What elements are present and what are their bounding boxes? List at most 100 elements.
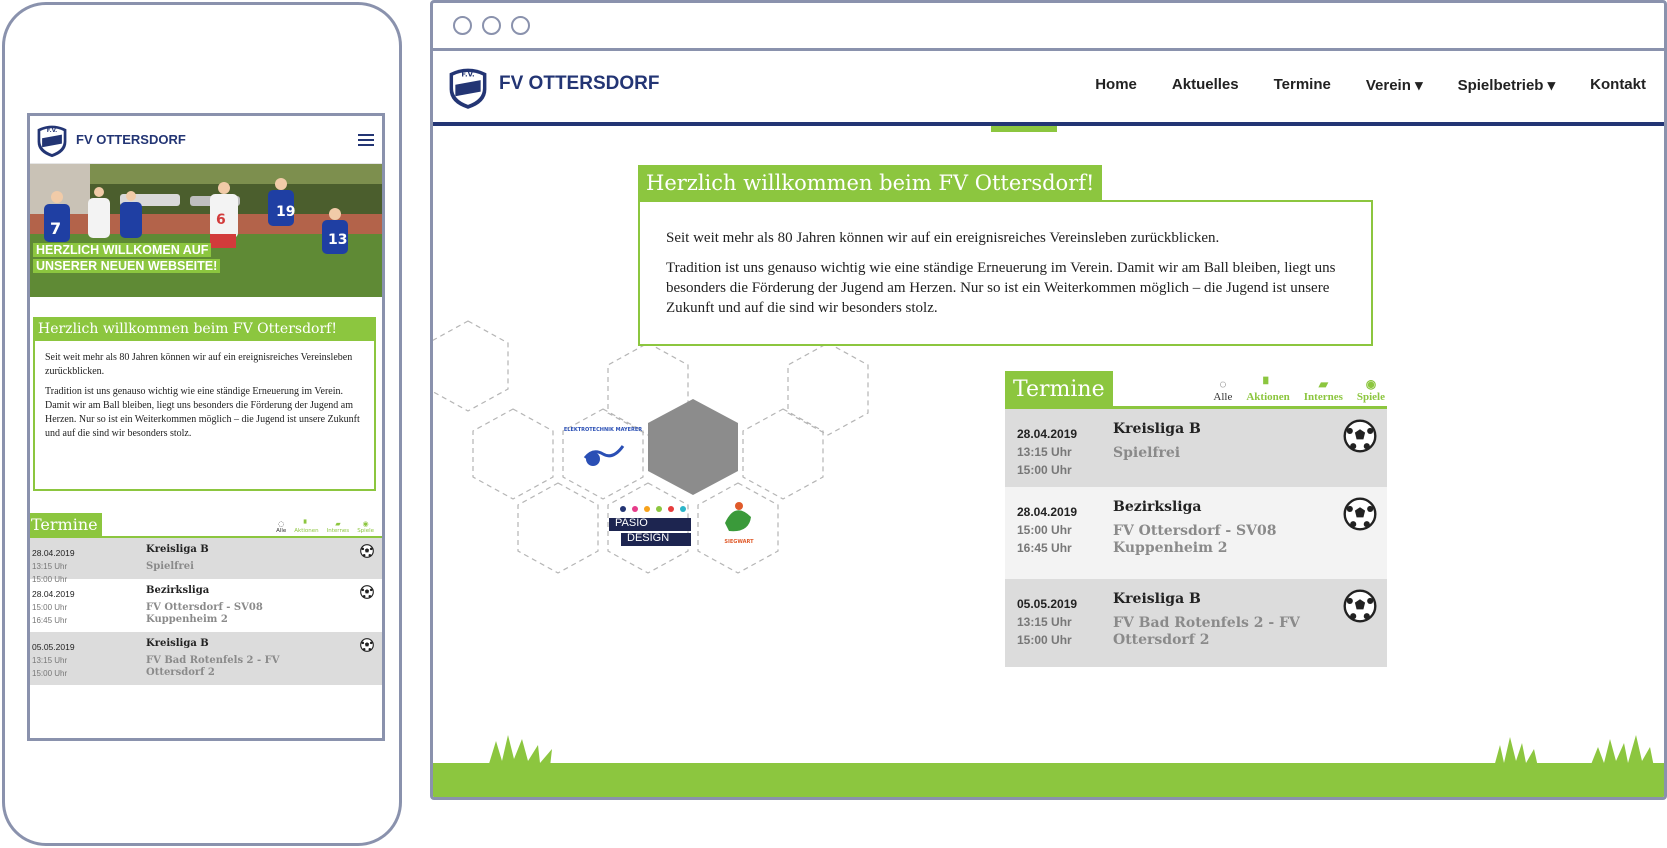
filter-bar: ◌ Alle ▘ Aktionen ▰ Internes ◉ Spiele [1113, 378, 1387, 406]
welcome-section: Herzlich willkommen beim FV Ottersdorf! … [638, 165, 1373, 346]
svg-text:13: 13 [328, 232, 347, 248]
event-league: Kreisliga B [146, 638, 209, 649]
termine-section: Termine ◌ Alle ▘ Aktionen ▰ Internes ◉ Spiel… [1005, 371, 1387, 667]
termine-title: Termine [1005, 371, 1113, 406]
nav-spielbetrieb[interactable]: Spielbetrieb ▾ [1458, 76, 1556, 94]
hamburger-menu-icon[interactable] [358, 133, 374, 146]
nav-aktuelles[interactable]: Aktuelles [1172, 76, 1239, 94]
hero-photo: 7 19 13 6 [30, 164, 382, 297]
jersey-icon: ▘ [303, 520, 310, 528]
mobile-termine-header: Termine ◌ Alle ▘ Aktionen ▰ Internes ◉ Spiel… [30, 513, 382, 538]
welcome-paragraph-2: Tradition ist uns genauso wichtig wie ei… [666, 260, 1336, 316]
event-date: 05.05.2019 13:15 Uhr 15:00 Uhr [32, 642, 75, 678]
mobile-event-row[interactable]: 28.04.2019 15:00 Uhr 16:45 Uhr Bezirksliga… [30, 579, 382, 632]
chat-icon: ▰ [1318, 377, 1328, 391]
soccer-ball-icon [1343, 497, 1377, 531]
event-match: FV Bad Rotenfels 2 - FV Ottersdorf 2 [1113, 615, 1300, 648]
welcome-text: Seit weit mehr als 80 Jahren können wir … [638, 200, 1373, 346]
window-close-button[interactable] [453, 16, 472, 35]
event-row[interactable]: 28.04.2019 13:15 Uhr 15:00 Uhr Kreisliga B… [1005, 409, 1387, 487]
jersey-icon: ▘ [1263, 377, 1273, 391]
hero-title: HERZLICH WILLKOMEN AUF UNSERER NEUEN WEB… [33, 242, 221, 274]
event-match: FV Ottersdorf - SV08 Kuppenheim 2 [1113, 523, 1277, 556]
hero-banner: 7 19 13 6 HERZLICH WILLKOMEN AUF UNSERER… [30, 164, 382, 297]
nav-kontakt[interactable]: Kontakt [1590, 76, 1646, 94]
filter-spiele[interactable]: ◉ Spiele [357, 520, 374, 534]
filter-alle[interactable]: ◌ Alle [276, 520, 286, 534]
soccer-ball-icon [1343, 589, 1377, 623]
nav-termine[interactable]: Termine [1274, 76, 1331, 94]
nav-home[interactable]: Home [1095, 76, 1137, 94]
sponsor-name-2: DESIGN [627, 532, 670, 544]
welcome-title: Herzlich willkommen beim FV Ottersdorf! [638, 165, 1103, 201]
soccer-ball-icon [360, 585, 374, 599]
mobile-welcome-text: Seit weit mehr als 80 Jahren können wir … [33, 341, 376, 491]
event-league: Bezirksliga [146, 585, 210, 596]
svg-text:F.V.: F.V. [47, 127, 57, 133]
event-league: Kreisliga B [1113, 421, 1201, 437]
event-league: Kreisliga B [146, 544, 209, 555]
spinner-icon: ◌ [278, 520, 285, 528]
filter-internes[interactable]: ▰ Internes [327, 520, 350, 534]
sponsor-name: PASIO [615, 517, 648, 529]
event-row[interactable]: 05.05.2019 13:15 Uhr 15:00 Uhr Kreisliga B… [1005, 579, 1387, 667]
svg-text:19: 19 [276, 204, 295, 220]
grass-ground [433, 763, 1664, 797]
filter-aktionen[interactable]: ▘ Aktionen [294, 520, 318, 534]
ball-icon: ◉ [362, 520, 369, 528]
soccer-ball-icon [360, 544, 374, 558]
event-row[interactable]: 28.04.2019 15:00 Uhr 16:45 Uhr Bezirksliga… [1005, 487, 1387, 579]
mobile-welcome-title: Herzlich willkommen beim FV Ottersdorf! [33, 317, 376, 341]
mobile-termine-section: Termine ◌ Alle ▘ Aktionen ▰ Internes ◉ Spiel… [30, 513, 382, 685]
event-date: 28.04.2019 15:00 Uhr 16:45 Uhr [32, 589, 75, 625]
spinner-icon: ◌ [1219, 377, 1227, 391]
sponsor-logo-electric[interactable]: ELEKTROTECHNIK MAYERER [564, 427, 642, 466]
filter-aktionen[interactable]: ▘ Aktionen [1246, 377, 1289, 404]
welcome-paragraph-1: Seit weit mehr als 80 Jahren können wir … [666, 230, 1220, 246]
svg-text:SIEGWART: SIEGWART [724, 539, 754, 545]
event-date: 28.04.2019 13:15 Uhr 15:00 Uhr [1017, 427, 1078, 477]
svg-text:6: 6 [216, 212, 226, 228]
event-league: Kreisliga B [1113, 591, 1201, 607]
nav-verein[interactable]: Verein ▾ [1366, 76, 1423, 94]
brand-name[interactable]: FV OTTERSDORF [76, 132, 358, 147]
sponsor-logo-siegwart[interactable]: SIEGWART [724, 502, 754, 545]
chevron-down-icon: ▾ [1415, 77, 1423, 94]
brand-name[interactable]: FV OTTERSDORF [499, 73, 659, 95]
welcome-paragraph-1: Seit weit mehr als 80 Jahren können wir … [45, 352, 353, 377]
phone-mockup: F.V. FV OTTERSDORF 7 19 13 6 HERZLICH WI… [2, 2, 402, 846]
soccer-ball-icon [1343, 419, 1377, 453]
browser-mockup: F.V. FV OTTERSDORF Home Aktuelles Termin… [430, 0, 1667, 800]
welcome-paragraph-2: Tradition ist uns genauso wichtig wie ei… [45, 386, 360, 439]
mobile-welcome-section: Herzlich willkommen beim FV Ottersdorf! … [33, 317, 376, 491]
termine-header: Termine ◌ Alle ▘ Aktionen ▰ Internes ◉ Spiel… [1005, 371, 1387, 409]
svg-text:ELEKTROTECHNIK MAYERER: ELEKTROTECHNIK MAYERER [564, 427, 642, 433]
event-league: Bezirksliga [1113, 499, 1202, 515]
svg-text:7: 7 [50, 219, 61, 238]
event-date: 05.05.2019 13:15 Uhr 15:00 Uhr [1017, 597, 1078, 647]
filter-spiele[interactable]: ◉ Spiele [1357, 377, 1385, 404]
event-match: Spielfrei [1113, 445, 1181, 461]
mobile-event-row[interactable]: 28.04.2019 13:15 Uhr 15:00 Uhr Kreisliga B… [30, 538, 382, 584]
mobile-event-row[interactable]: 05.05.2019 13:15 Uhr 15:00 Uhr Kreisliga B… [30, 632, 382, 685]
filter-alle[interactable]: ◌ Alle [1213, 377, 1232, 404]
site-header: F.V. FV OTTERSDORF Home Aktuelles Termin… [433, 51, 1664, 132]
event-match: Spielfrei [146, 561, 194, 572]
browser-titlebar [433, 3, 1664, 51]
nav-active-indicator [991, 126, 1057, 132]
window-maximize-button[interactable] [511, 16, 530, 35]
soccer-ball-icon [360, 638, 374, 652]
chat-icon: ▰ [335, 520, 341, 528]
filter-internes[interactable]: ▰ Internes [1304, 377, 1343, 404]
mobile-termine-title: Termine [30, 513, 102, 536]
window-minimize-button[interactable] [482, 16, 501, 35]
main-nav: Home Aktuelles Termine Verein ▾ Spielbet… [1095, 76, 1646, 94]
ball-icon: ◉ [1365, 377, 1377, 391]
club-logo[interactable]: F.V. [34, 122, 70, 158]
mobile-header: F.V. FV OTTERSDORF [30, 116, 382, 164]
mobile-filter-bar: ◌ Alle ▘ Aktionen ▰ Internes ◉ Spiele [102, 520, 374, 536]
event-date: 28.04.2019 15:00 Uhr 16:45 Uhr [1017, 505, 1078, 555]
club-logo[interactable]: F.V. [445, 64, 491, 110]
chevron-down-icon: ▾ [1547, 77, 1556, 94]
event-match: FV Bad Rotenfels 2 - FV Ottersdorf 2 [146, 655, 280, 678]
